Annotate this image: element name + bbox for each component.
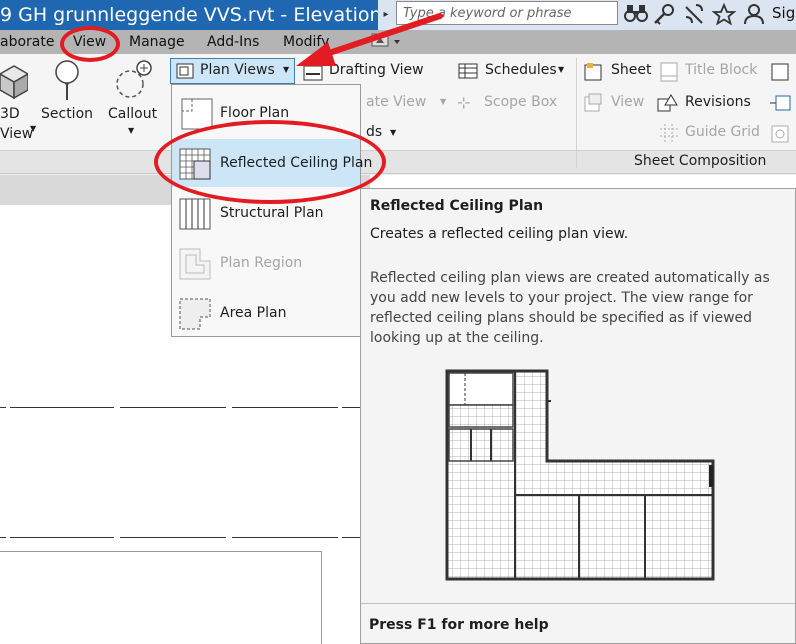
level-line: [232, 537, 338, 538]
area-plan-icon: [178, 297, 214, 331]
structural-plan-icon: [178, 197, 214, 231]
title-block-label[interactable]: Title Block: [685, 62, 757, 78]
signin-link[interactable]: Sign: [772, 4, 796, 22]
revisions-label[interactable]: Revisions: [685, 94, 751, 110]
level-line: [232, 407, 338, 408]
satellite-icon[interactable]: [682, 3, 706, 25]
callout-icon[interactable]: [112, 58, 154, 102]
sheet-icon[interactable]: [583, 62, 603, 82]
ribbon-separator: [576, 58, 577, 168]
schedules-icon[interactable]: [458, 63, 478, 79]
guide-grid-label[interactable]: Guide Grid: [685, 124, 760, 140]
revisions-icon[interactable]: [657, 93, 679, 113]
menu-item-area-plan[interactable]: Area Plan: [172, 289, 360, 337]
sheet-extra-icon-3[interactable]: [770, 124, 792, 144]
menu-item-plan-region[interactable]: Plan Region: [172, 239, 360, 287]
level-line: [10, 537, 114, 538]
tooltip-footer: Press F1 for more help: [361, 603, 795, 644]
crop-region-border: [0, 551, 322, 552]
callout-dropdown-icon[interactable]: ▼: [128, 126, 134, 135]
duplicate-view-dropdown-icon[interactable]: ▼: [440, 97, 446, 106]
3d-view-label-2[interactable]: View: [0, 126, 33, 142]
legends-dropdown-icon[interactable]: ▼: [390, 128, 396, 137]
plan-views-icon: [176, 63, 194, 79]
tooltip-description: Creates a reflected ceiling plan view.: [370, 226, 629, 242]
legends-label[interactable]: ds: [366, 124, 382, 140]
sheet-extra-icon-1[interactable]: [770, 62, 792, 82]
tooltip-help-hint: Press F1 for more help: [369, 617, 549, 633]
level-line: [342, 407, 360, 408]
duplicate-view-label[interactable]: ate View: [366, 94, 426, 110]
tab-add-ins[interactable]: Add-Ins: [207, 30, 259, 54]
level-line: [120, 537, 226, 538]
tooltip-body: Reflected ceiling plan views are created…: [370, 270, 770, 346]
tooltip-title: Reflected Ceiling Plan: [370, 198, 544, 214]
level-line: [342, 537, 360, 538]
annotation-oval-reflected-ceiling-plan: [154, 120, 386, 204]
sheet-label[interactable]: Sheet: [611, 62, 651, 78]
level-line: [120, 407, 226, 408]
section-label[interactable]: Section: [41, 106, 93, 122]
annotation-arrow-icon: [290, 10, 450, 74]
callout-label[interactable]: Callout: [108, 106, 157, 122]
scope-box-label[interactable]: Scope Box: [484, 94, 557, 110]
guide-grid-icon[interactable]: [660, 124, 678, 142]
title-block-icon[interactable]: [660, 62, 678, 82]
scope-box-icon[interactable]: ⊹: [457, 93, 470, 112]
section-icon[interactable]: [50, 58, 84, 102]
area-plan-label: Area Plan: [220, 305, 287, 321]
plan-views-label[interactable]: Plan Views: [200, 62, 275, 78]
place-view-label[interactable]: View: [611, 94, 644, 110]
tooltip-panel: Reflected Ceiling Plan Creates a reflect…: [360, 188, 796, 644]
user-icon[interactable]: [742, 3, 766, 25]
tab-manage[interactable]: Manage: [129, 30, 185, 54]
plan-views-dropdown-icon[interactable]: ▼: [283, 65, 289, 74]
binoculars-icon[interactable]: [624, 3, 648, 25]
schedules-dropdown-icon[interactable]: ▼: [558, 65, 564, 74]
crop-region-border: [321, 551, 322, 644]
plan-region-label: Plan Region: [220, 255, 303, 271]
sheet-extra-icon-2[interactable]: [770, 93, 792, 113]
3d-view-label[interactable]: 3D: [0, 106, 20, 122]
level-line: [0, 407, 6, 408]
level-line: [10, 407, 114, 408]
key-icon[interactable]: [652, 3, 676, 25]
sheet-composition-group-label: Sheet Composition: [634, 153, 767, 169]
3d-view-dropdown-icon[interactable]: ▼: [30, 124, 36, 133]
level-line: [0, 537, 6, 538]
3d-view-icon[interactable]: [0, 58, 30, 102]
plan-region-icon: [178, 247, 214, 281]
place-view-icon[interactable]: [583, 93, 603, 113]
tab-collaborate[interactable]: aborate: [0, 30, 54, 54]
annotation-oval-view-tab: [60, 26, 120, 62]
schedules-label[interactable]: Schedules: [485, 62, 557, 78]
star-icon[interactable]: [711, 2, 737, 26]
ceiling-plan-illustration: [445, 369, 715, 584]
